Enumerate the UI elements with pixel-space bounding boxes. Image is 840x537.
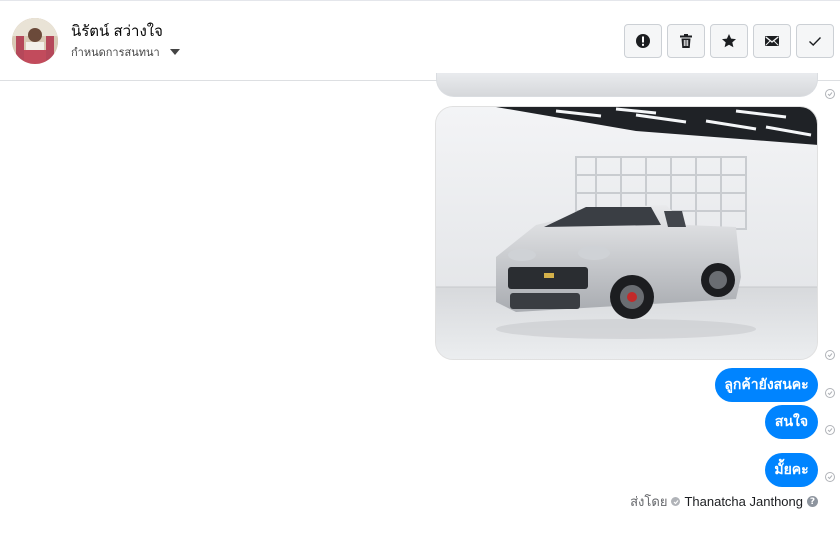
pickup-truck-image: [436, 107, 817, 359]
sent-by-info: ส่งโดย Thanatcha Janthong ?: [630, 491, 818, 512]
chat-window: นิรัตน์ สว่างใจ กำหนดการสนทนา ลูกค้ายังส…: [0, 0, 840, 537]
conversation-label-dropdown[interactable]: กำหนดการสนทนา: [71, 43, 180, 61]
agent-name: Thanatcha Janthong: [684, 494, 803, 509]
message-bubble[interactable]: สนใจ: [765, 405, 818, 439]
message-bubble[interactable]: มั้ยคะ: [765, 453, 818, 487]
delete-button[interactable]: [667, 24, 705, 58]
caret-down-icon: [169, 49, 180, 55]
avatar[interactable]: [12, 18, 58, 64]
check-icon: [809, 37, 822, 46]
alert-icon: [636, 34, 650, 48]
check-circle-icon: [671, 497, 681, 506]
previous-image-message[interactable]: [436, 73, 818, 97]
star-icon: [722, 34, 736, 48]
message-status-icon: [825, 350, 835, 360]
report-button[interactable]: [624, 24, 662, 58]
conversation-label-text: กำหนดการสนทนา: [71, 47, 160, 59]
avatar-photo: [12, 18, 58, 64]
message-status-icon: [825, 472, 835, 482]
mark-done-button[interactable]: [796, 24, 834, 58]
help-icon[interactable]: ?: [807, 496, 818, 507]
conversation-actions: [624, 24, 834, 58]
star-button[interactable]: [710, 24, 748, 58]
contact-name[interactable]: นิรัตน์ สว่างใจ: [71, 19, 163, 43]
message-thread[interactable]: ลูกค้ายังสนคะ สนใจ มั้ยคะ ส่งโดย Thanatc…: [0, 73, 840, 537]
truck-photo-message[interactable]: [435, 106, 818, 360]
message-bubble[interactable]: ลูกค้ายังสนคะ: [715, 368, 818, 402]
sent-by-label: ส่งโดย: [630, 494, 668, 509]
conversation-header: นิรัตน์ สว่างใจ กำหนดการสนทนา: [0, 0, 840, 81]
message-status-icon: [825, 388, 835, 398]
trash-icon: [680, 34, 692, 48]
envelope-icon: [765, 36, 779, 46]
message-status-icon: [825, 89, 835, 99]
mark-unread-button[interactable]: [753, 24, 791, 58]
message-status-icon: [825, 425, 835, 435]
